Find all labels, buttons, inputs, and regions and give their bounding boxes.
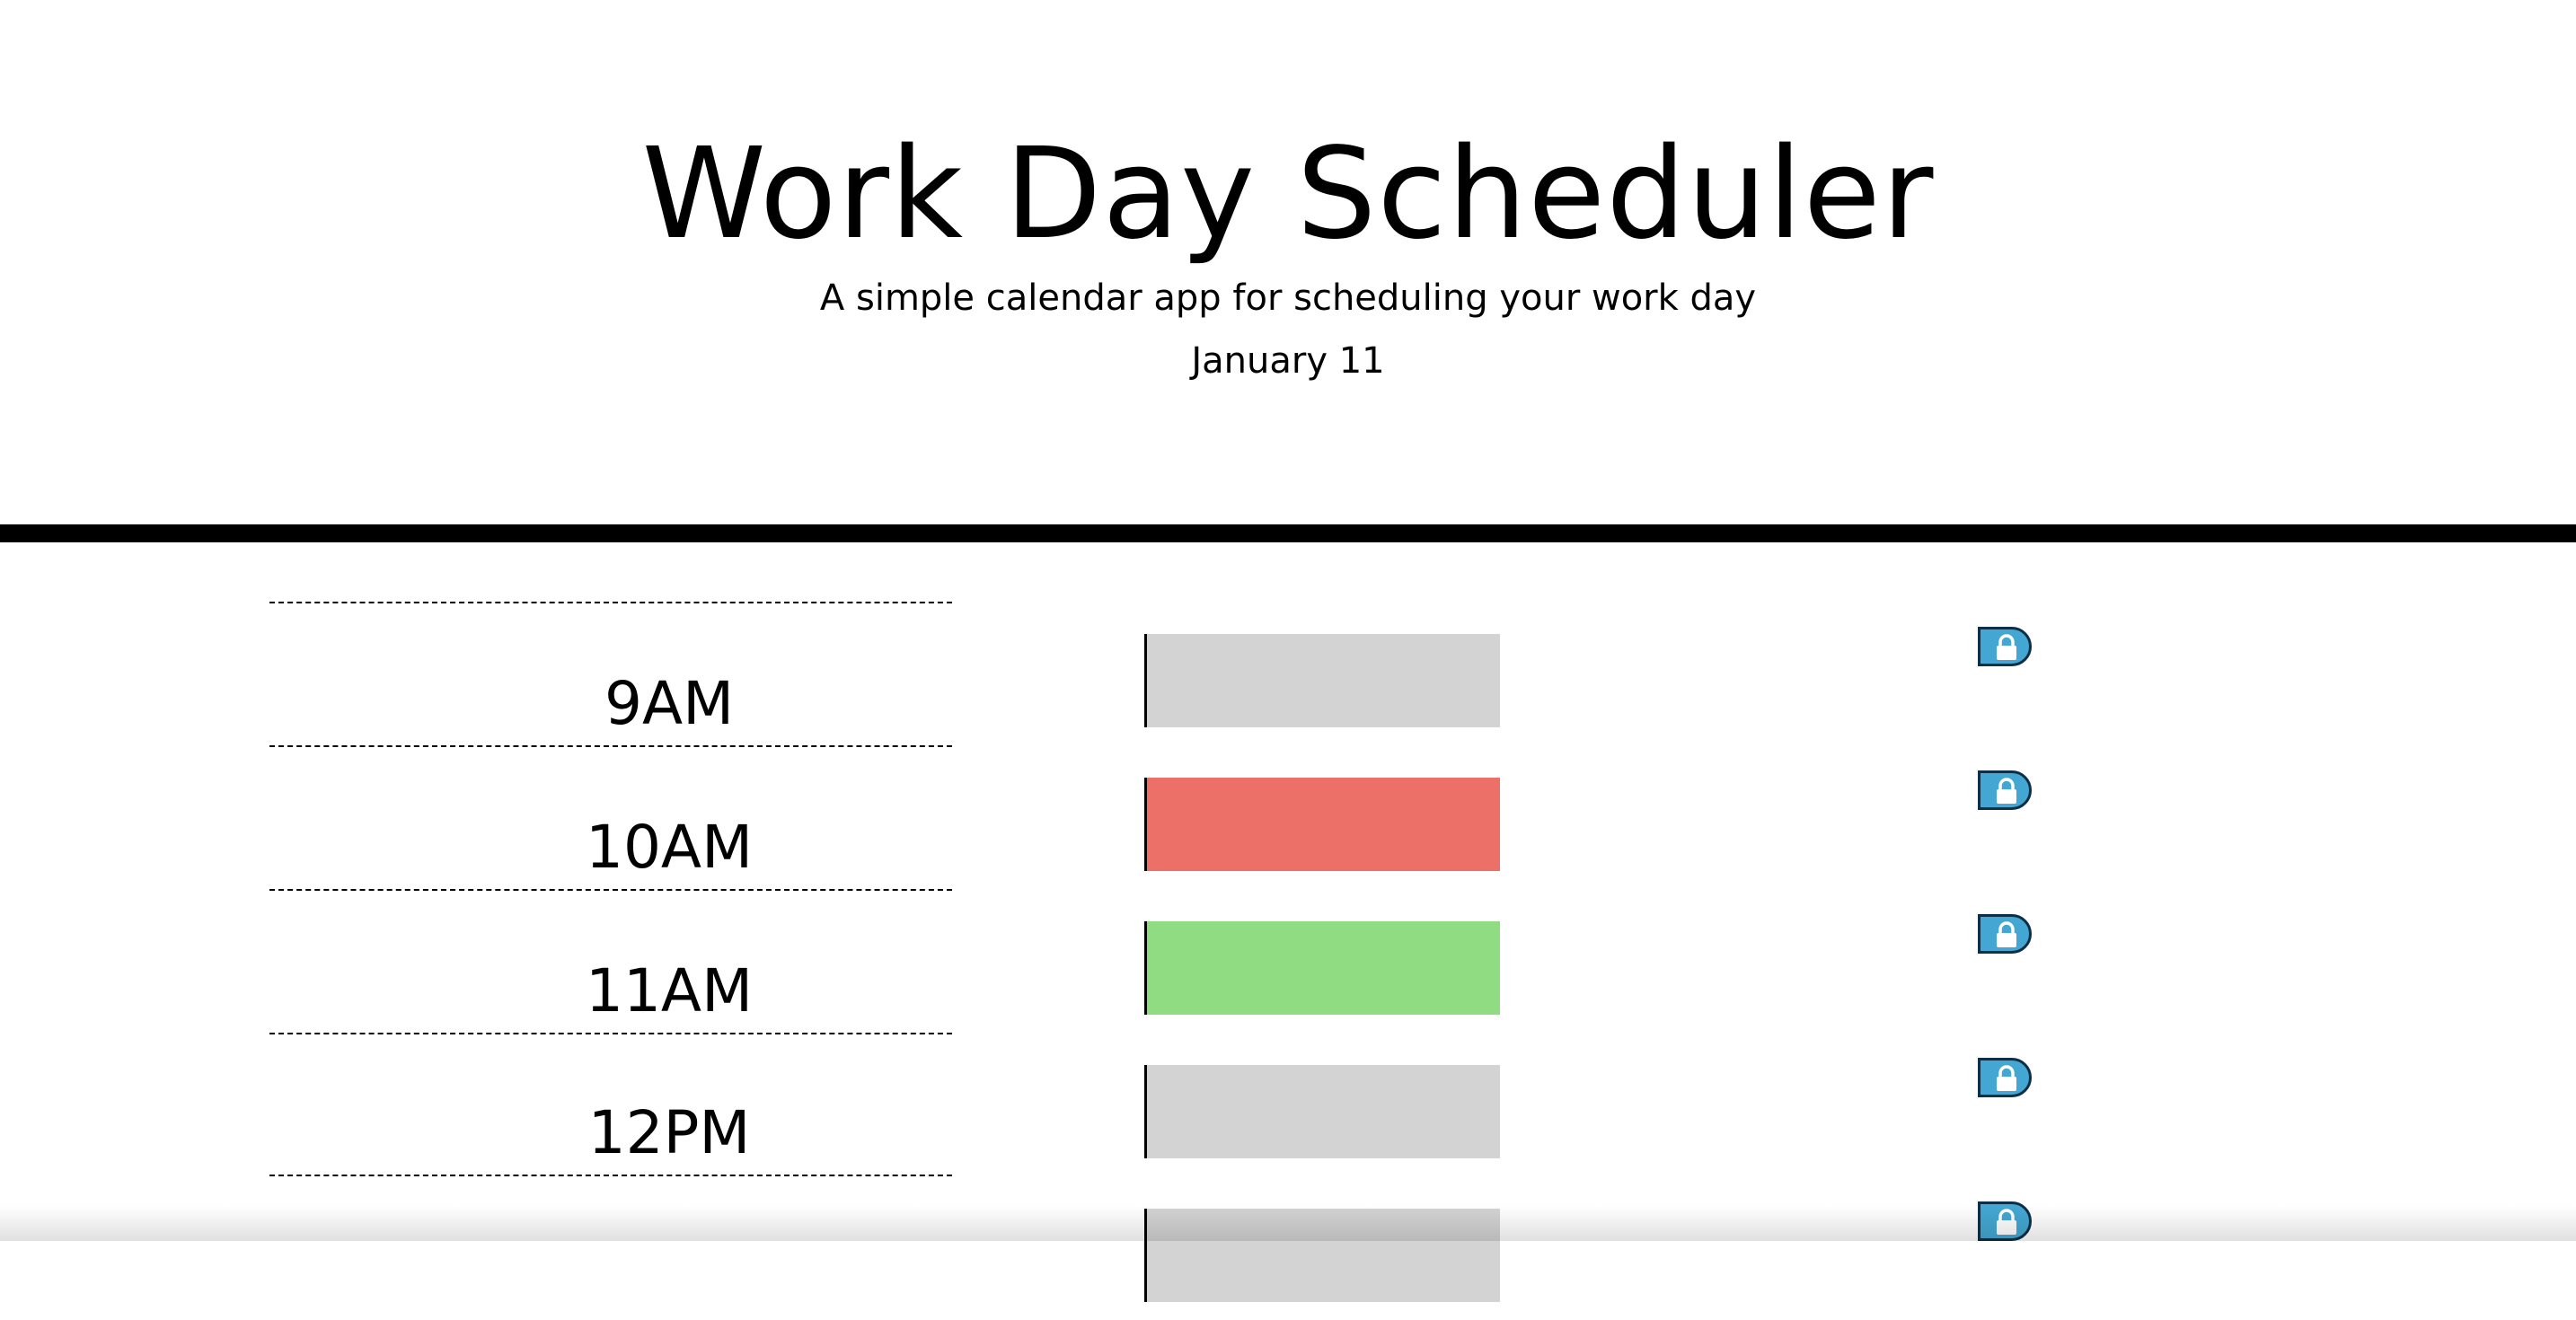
current-day: January 11 bbox=[1191, 340, 1385, 382]
hour-label: 10AM bbox=[585, 813, 754, 882]
lock-icon bbox=[1997, 634, 2016, 660]
save-button[interactable] bbox=[1978, 1058, 2032, 1097]
save-button[interactable] bbox=[1978, 914, 2032, 954]
hour-cell: 10AM bbox=[269, 745, 952, 889]
hour-cell: 11AM bbox=[269, 889, 952, 1033]
save-button[interactable] bbox=[1978, 770, 2032, 810]
hour-label: 11AM bbox=[585, 956, 754, 1025]
lock-icon bbox=[1997, 1209, 2016, 1235]
description-input[interactable] bbox=[1144, 921, 1500, 1015]
time-block-12pm: 12PM bbox=[0, 1033, 2576, 1176]
save-button[interactable] bbox=[1978, 627, 2032, 666]
lock-icon bbox=[1997, 778, 2016, 804]
save-button[interactable] bbox=[1978, 1201, 2032, 1241]
time-block-10am: 10AM bbox=[0, 745, 2576, 889]
time-block-11am: 11AM bbox=[0, 889, 2576, 1033]
description-input[interactable] bbox=[1144, 634, 1500, 727]
description-input[interactable] bbox=[1144, 1065, 1500, 1158]
time-block-partial bbox=[0, 1176, 2576, 1320]
time-block-9am: 9AM bbox=[0, 602, 2576, 745]
description-input[interactable] bbox=[1144, 778, 1500, 871]
hour-label: 12PM bbox=[587, 1098, 751, 1167]
lock-icon bbox=[1997, 921, 2016, 947]
page-title: Work Day Scheduler bbox=[641, 121, 1935, 268]
description-input[interactable] bbox=[1144, 1209, 1500, 1302]
header: Work Day Scheduler A simple calendar app… bbox=[0, 0, 2576, 542]
hour-label: 9AM bbox=[604, 669, 735, 738]
hour-cell: 9AM bbox=[269, 602, 952, 745]
page-subtitle: A simple calendar app for scheduling you… bbox=[819, 277, 1757, 319]
lock-icon bbox=[1997, 1065, 2016, 1091]
hour-cell: 12PM bbox=[269, 1033, 952, 1176]
